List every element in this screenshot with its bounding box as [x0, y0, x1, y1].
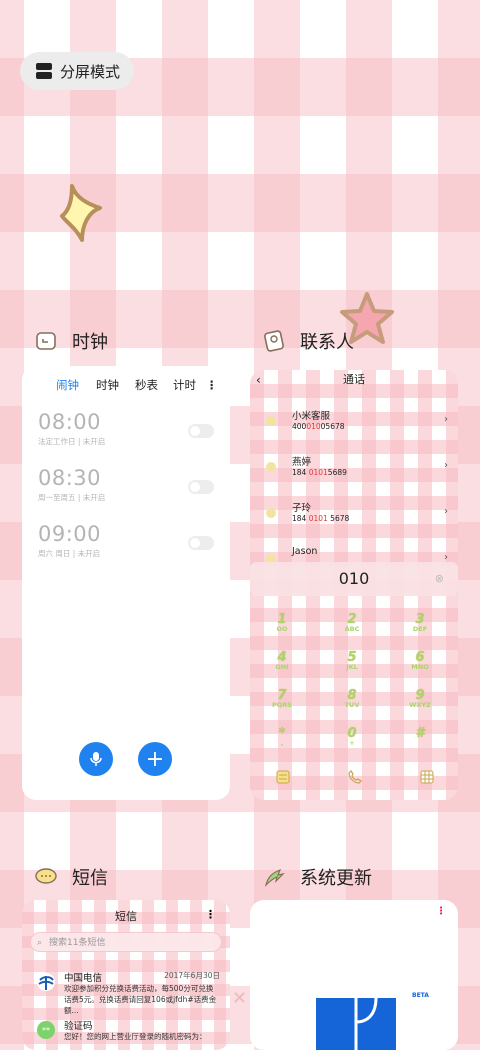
- alarm-item[interactable]: 08:00 法定工作日 | 未开启: [38, 410, 218, 447]
- dial-number: 010: [338, 569, 370, 588]
- phone-top-bar: ‹ 通话: [250, 370, 458, 390]
- dialpad-icon[interactable]: [420, 770, 434, 784]
- dial-key-5[interactable]: 5 JKL: [332, 646, 372, 671]
- message-sender: 中国电信: [64, 973, 103, 984]
- contact-name: 燕婷: [292, 457, 312, 468]
- dial-key-star[interactable]: *,: [262, 722, 302, 747]
- more-options-icon[interactable]: ⋮: [436, 906, 446, 917]
- verification-code-icon: **: [37, 1021, 55, 1039]
- contact-number: 40001005678: [292, 422, 345, 431]
- voice-alarm-button[interactable]: [79, 742, 113, 776]
- contact-row[interactable]: 小米客服 40001005678 ›: [264, 408, 448, 442]
- more-options-icon[interactable]: ⋮: [206, 378, 218, 392]
- split-screen-label: 分屏模式: [60, 62, 121, 81]
- plus-icon: +: [145, 746, 165, 772]
- dial-key-9[interactable]: 9 WXYZ: [400, 684, 440, 709]
- split-screen-button[interactable]: 分屏模式: [20, 52, 134, 90]
- chevron-right-icon: ›: [444, 414, 448, 425]
- dial-key-1[interactable]: 1 OO: [262, 608, 302, 633]
- tab-timer[interactable]: 计时: [173, 377, 196, 393]
- menu-icon[interactable]: [276, 770, 290, 784]
- chevron-right-icon: ›: [444, 506, 448, 517]
- clock-app-card[interactable]: 闹钟 时钟 秒表 计时 ⋮ 08:00 法定工作日 | 未开启 08:30 周一…: [22, 366, 230, 800]
- clock-app-icon: [36, 332, 56, 350]
- contact-avatar-icon: [266, 462, 276, 472]
- dial-key-hash[interactable]: #: [400, 722, 440, 741]
- update-app-header[interactable]: 系统更新: [262, 864, 372, 890]
- search-icon: ⌕: [37, 938, 43, 948]
- split-screen-icon: [36, 63, 52, 79]
- close-icon[interactable]: ✕: [232, 988, 247, 1009]
- contact-avatar-icon: [266, 508, 276, 518]
- message-date: 2017年6月30日: [164, 971, 220, 980]
- dial-key-3[interactable]: 3 DEF: [400, 608, 440, 633]
- contact-row[interactable]: 子玲 184 0101 5678 ›: [264, 500, 448, 534]
- dial-key-4[interactable]: 4 GHI: [262, 646, 302, 671]
- tab-stopwatch[interactable]: 秒表: [135, 377, 158, 393]
- back-icon[interactable]: ‹: [256, 370, 261, 390]
- contacts-app-title: 联系人: [300, 332, 354, 353]
- messages-app-header[interactable]: 短信: [34, 864, 108, 890]
- contact-row[interactable]: 燕婷 184 01015689 ›: [264, 454, 448, 488]
- sparkle-sticker-icon: [60, 184, 102, 242]
- messages-app-title: 短信: [72, 868, 108, 889]
- dial-key-7[interactable]: 7 PQRS: [262, 684, 302, 709]
- update-app-card[interactable]: ⋮ BETA: [250, 900, 458, 1050]
- clock-app-title: 时钟: [72, 332, 108, 353]
- alarm-toggle[interactable]: [188, 536, 214, 550]
- messages-screen-title: 短信: [115, 910, 137, 923]
- add-alarm-button[interactable]: +: [138, 742, 172, 776]
- messages-app-icon: [35, 868, 57, 884]
- phone-screen-title: 通话: [343, 373, 365, 386]
- china-telecom-logo-icon: [37, 973, 55, 991]
- clear-icon[interactable]: ⊗: [435, 562, 444, 596]
- message-preview: 欢迎参加积分兑换话费活动，每500分可兑换话费5元。兑换话费请回复106或jfd…: [64, 984, 217, 1015]
- tab-alarm[interactable]: 闹钟: [56, 377, 79, 393]
- tab-clock[interactable]: 时钟: [96, 377, 119, 393]
- contact-name: 子玲: [292, 503, 312, 514]
- dial-key-2[interactable]: 2 ABC: [332, 608, 372, 633]
- contact-number: 184 0101 5678: [292, 514, 350, 523]
- alarm-desc: 周一至周五 | 未开启: [38, 493, 106, 502]
- alarm-toggle[interactable]: [188, 480, 214, 494]
- alarm-desc: 周六 周日 | 未开启: [38, 549, 101, 558]
- update-logo-icon: [316, 998, 396, 1050]
- alarm-item[interactable]: 08:30 周一至周五 | 未开启: [38, 466, 218, 503]
- svg-text:**: **: [42, 1026, 50, 1035]
- dial-key-6[interactable]: 6 MNO: [400, 646, 440, 671]
- update-app-title: 系统更新: [300, 868, 372, 889]
- microphone-icon: [90, 752, 102, 766]
- contact-number: 184 01015689: [292, 468, 347, 477]
- more-options-icon[interactable]: ⋮: [205, 908, 216, 921]
- messages-search-input[interactable]: ⌕ 搜索11条短信: [30, 932, 222, 952]
- contacts-app-icon: [264, 330, 284, 352]
- contact-avatar-icon: [266, 416, 276, 426]
- contacts-app-header[interactable]: 联系人: [262, 328, 354, 354]
- alarm-toggle[interactable]: [188, 424, 214, 438]
- chevron-right-icon: ›: [444, 460, 448, 471]
- dial-input[interactable]: 010 ⊗: [250, 562, 458, 596]
- contact-name: 小米客服: [292, 411, 331, 422]
- dial-key-0[interactable]: 0 +: [332, 722, 372, 747]
- beta-badge: BETA: [412, 992, 429, 999]
- update-app-icon: [264, 868, 285, 887]
- clock-app-header[interactable]: 时钟: [34, 328, 108, 354]
- message-sender: 验证码: [64, 1021, 93, 1032]
- contact-name: Jason: [292, 546, 318, 557]
- phone-app-card[interactable]: ‹ 通话 小米客服 40001005678 › 燕婷 184 01015689 …: [250, 370, 458, 800]
- message-preview: 您好！您的网上营业厅登录的随机密码为：: [64, 1032, 207, 1041]
- alarm-item[interactable]: 09:00 周六 周日 | 未开启: [38, 522, 218, 559]
- messages-app-card[interactable]: 短信 ⋮ ⌕ 搜索11条短信 中国电信 2017年6月30日 欢迎参加积分兑换话…: [22, 900, 230, 1050]
- dial-key-8[interactable]: 8 TUV: [332, 684, 372, 709]
- clock-tabs: 闹钟 时钟 秒表 计时 ⋮: [22, 374, 230, 396]
- call-icon[interactable]: [348, 770, 362, 784]
- alarm-desc: 法定工作日 | 未开启: [38, 437, 106, 446]
- search-placeholder: 搜索11条短信: [49, 938, 106, 948]
